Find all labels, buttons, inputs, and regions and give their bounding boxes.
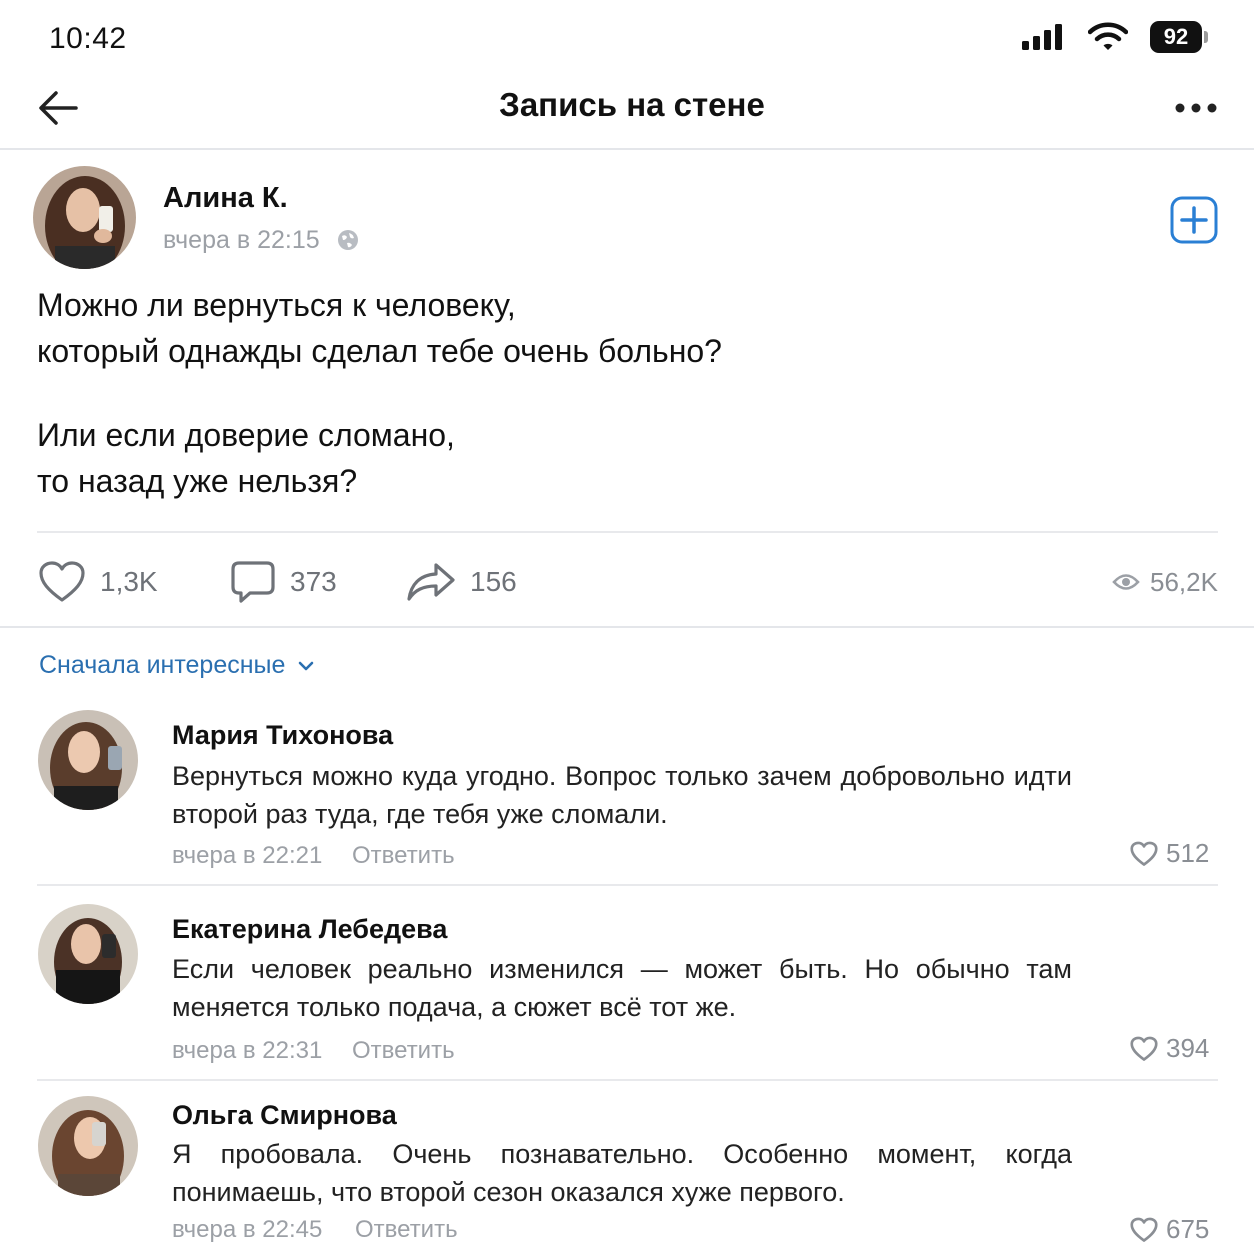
comments-sort-dropdown[interactable]: Сначала интересные — [39, 651, 315, 680]
views-counter: 56,2K — [1112, 558, 1218, 606]
views-count: 56,2K — [1150, 566, 1218, 597]
nav-bar: Запись на стене — [0, 76, 1254, 150]
page-title: Запись на стене — [499, 86, 765, 123]
comment-count: 373 — [290, 566, 337, 597]
divider — [37, 531, 1218, 533]
eye-icon — [1112, 574, 1140, 590]
wifi-icon — [1088, 22, 1128, 50]
comment-timestamp: вчера в 22:21 — [172, 842, 323, 869]
share-button[interactable]: 156 — [406, 558, 517, 606]
reply-button[interactable]: Ответить — [352, 842, 455, 870]
comment-text: Вернуться можно куда угодно. Вопрос толь… — [172, 761, 1072, 829]
globe-icon — [338, 230, 358, 250]
share-icon — [407, 563, 455, 601]
share-count: 156 — [470, 566, 517, 597]
divider — [37, 1079, 1218, 1081]
heart-icon — [39, 561, 85, 602]
post-text: Можно ли вернуться к человеку, который о… — [37, 282, 1217, 504]
cellular-signal-icon — [1022, 24, 1062, 50]
battery-level: 92 — [1150, 21, 1202, 53]
post-timestamp: вчера в 22:15 — [163, 226, 320, 254]
sort-label: Сначала интересные — [39, 651, 286, 679]
post-author-name[interactable]: Алина К. — [163, 182, 288, 215]
more-horizontal-icon[interactable] — [1174, 98, 1218, 118]
comment-like-count: 675 — [1166, 1214, 1210, 1244]
comment-like-button[interactable]: 394 — [1130, 1033, 1209, 1064]
section-divider — [0, 626, 1254, 628]
divider — [37, 884, 1218, 886]
like-button[interactable]: 1,3K — [38, 558, 158, 606]
comment-button[interactable]: 373 — [230, 558, 337, 606]
like-count: 1,3K — [100, 566, 158, 597]
post-text-line: то назад уже нельзя? — [37, 463, 358, 499]
status-bar: 10:42 92 — [0, 0, 1254, 76]
status-time: 10:42 — [49, 22, 127, 55]
author-avatar[interactable] — [33, 166, 136, 269]
reply-button[interactable]: Ответить — [355, 1216, 458, 1244]
comment-text: Если человек реально изменился — может б… — [172, 954, 1072, 1022]
post-text-line: Можно ли вернуться к человеку, — [37, 287, 516, 323]
comment-text: Я пробовала. Очень познавательно. Особен… — [172, 1139, 1072, 1207]
comment-like-button[interactable]: 512 — [1130, 838, 1209, 869]
commenter-name[interactable]: Ольга Смирнова — [172, 1100, 397, 1131]
comment-like-count: 512 — [1166, 838, 1210, 868]
commenter-name[interactable]: Екатерина Лебедева — [172, 914, 447, 945]
comment-timestamp: вчера в 22:45 — [172, 1216, 323, 1243]
comment-icon — [231, 561, 275, 603]
reply-button[interactable]: Ответить — [352, 1037, 455, 1065]
post-text-line: который однажды сделал тебе очень больно… — [37, 333, 722, 369]
heart-icon — [1130, 841, 1158, 866]
heart-icon — [1130, 1217, 1158, 1242]
post-actions: 1,3K 373 156 56,2K — [0, 548, 1254, 618]
comment-like-button[interactable]: 675 — [1130, 1214, 1209, 1245]
commenter-avatar[interactable] — [38, 904, 138, 1004]
commenter-avatar[interactable] — [38, 1096, 138, 1196]
chevron-down-icon — [299, 661, 314, 670]
post-header: Алина К. вчера в 22:15 — [0, 152, 1254, 282]
commenter-avatar[interactable] — [38, 710, 138, 810]
commenter-name[interactable]: Мария Тихонова — [172, 720, 393, 751]
comment-like-count: 394 — [1166, 1033, 1210, 1063]
add-friend-button[interactable] — [1170, 196, 1218, 244]
comment-item: Мария Тихонова Вернуться можно куда угод… — [0, 700, 1254, 886]
post-text-line: Или если доверие сломано, — [37, 417, 455, 453]
comment-item: Ольга Смирнова Я пробовала. Очень познав… — [0, 1088, 1254, 1254]
comment-timestamp: вчера в 22:31 — [172, 1037, 323, 1064]
comment-item: Екатерина Лебедева Если человек реально … — [0, 894, 1254, 1080]
battery-icon: 92 — [1150, 21, 1210, 53]
heart-icon — [1130, 1036, 1158, 1061]
